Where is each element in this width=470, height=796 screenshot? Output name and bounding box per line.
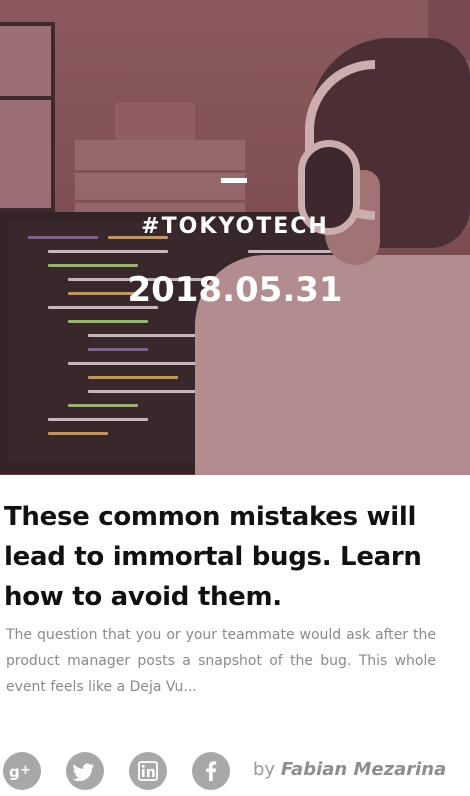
linkedin-icon[interactable] <box>129 752 167 790</box>
article-excerpt: The question that you or your teammate w… <box>6 627 436 695</box>
svg-text:+: + <box>20 763 31 778</box>
svg-text:g: g <box>9 763 20 781</box>
google-plus-icon[interactable]: g + <box>3 752 41 790</box>
hero-date: 2018.05.31 <box>127 270 343 310</box>
author-link[interactable]: Fabian Mezarina <box>281 759 446 780</box>
facebook-icon[interactable] <box>192 752 230 790</box>
byline: by Fabian Mezarina <box>253 759 446 780</box>
byline-prefix: by <box>253 759 276 780</box>
twitter-icon[interactable] <box>66 752 104 790</box>
hero-tag[interactable]: #TOKYOTECH <box>0 214 470 239</box>
article-title[interactable]: These common mistakes will lead to immor… <box>4 497 464 617</box>
hero-divider <box>221 178 247 183</box>
hero-banner[interactable]: #TOKYOTECH 2018.05.31 <box>0 0 470 475</box>
